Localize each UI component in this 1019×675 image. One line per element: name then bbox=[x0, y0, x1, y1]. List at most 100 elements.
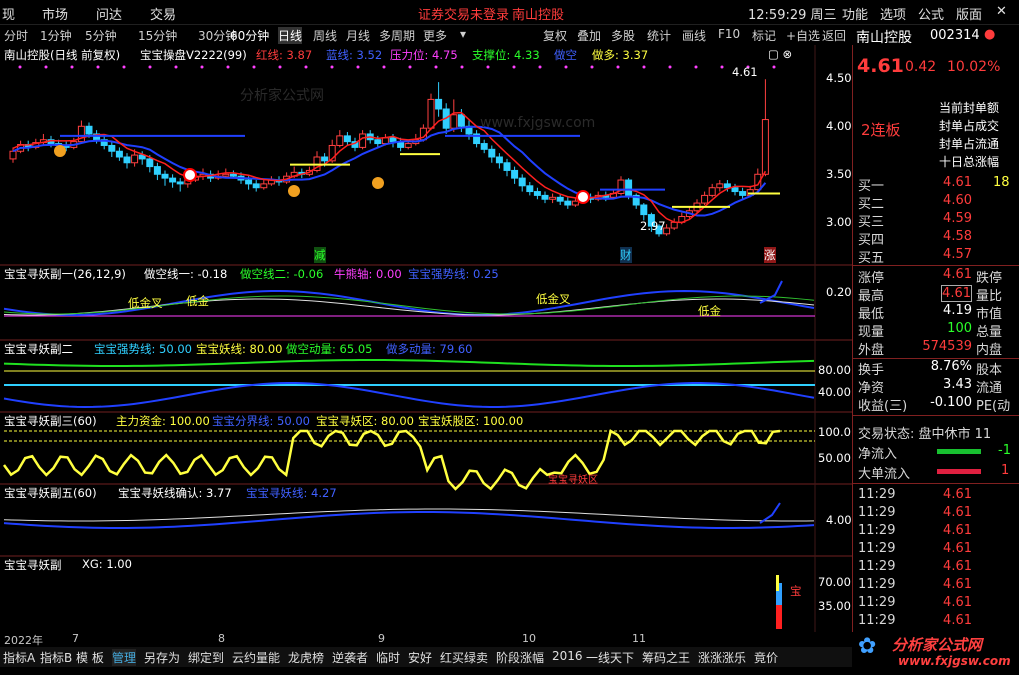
stat-row: 净资 3.43 流通 bbox=[853, 377, 1019, 396]
event-tag[interactable]: 财 bbox=[620, 247, 632, 263]
indicator-tab[interactable]: 红买绿卖 bbox=[440, 649, 488, 666]
candle-body bbox=[176, 181, 184, 185]
indicator-tab[interactable]: 龙虎榜 bbox=[288, 649, 324, 666]
candle-body bbox=[488, 148, 496, 158]
top-dot bbox=[512, 65, 516, 69]
candle-body bbox=[450, 114, 458, 129]
tick-row: 11:29 4.61 bbox=[853, 541, 1019, 559]
sub1-line2: 做空线二: -0.06 bbox=[240, 267, 324, 281]
close-icon[interactable]: ✕ bbox=[996, 4, 1007, 19]
period-tab[interactable]: 月线 bbox=[346, 27, 370, 44]
stat-row: 最低 4.19 市值 bbox=[853, 303, 1019, 322]
tick-price: 4.61 bbox=[943, 523, 972, 538]
period-tab[interactable]: 60分钟 bbox=[230, 27, 269, 44]
menu-item[interactable]: 现 bbox=[2, 4, 15, 23]
indicator-tab-active[interactable]: 管理 bbox=[112, 649, 137, 666]
menu-item[interactable]: 问达 bbox=[96, 4, 122, 23]
sub2-line4: 做多动量: 79.60 bbox=[386, 342, 473, 356]
sub2-line1: 宝宝强势线: 50.00 bbox=[94, 342, 192, 356]
candle-body bbox=[389, 137, 397, 143]
tick-time: 11:29 bbox=[858, 577, 896, 592]
tick-price: 4.61 bbox=[943, 541, 972, 556]
menu-item[interactable]: 公式 bbox=[918, 4, 944, 23]
tool-button[interactable]: 多股 bbox=[611, 27, 635, 44]
tool-button[interactable]: 复权 bbox=[543, 27, 567, 44]
menu-item[interactable]: 市场 bbox=[42, 4, 68, 23]
window-control-icon[interactable]: ▢ ⊗ bbox=[768, 47, 792, 61]
sub4-demon-line bbox=[3, 511, 815, 529]
top-dot bbox=[434, 65, 438, 69]
candle-body bbox=[541, 194, 549, 200]
indicator-tab[interactable]: 筹码之王 bbox=[642, 649, 690, 666]
tool-button[interactable]: 标记 bbox=[752, 27, 776, 44]
tool-button[interactable]: F10 bbox=[718, 27, 740, 41]
tool-button[interactable]: 返回 bbox=[822, 27, 846, 44]
period-tab[interactable]: 分时 bbox=[4, 27, 28, 44]
indicator-tab[interactable]: 绑定到 bbox=[188, 649, 224, 666]
menu-item[interactable]: 版面 bbox=[956, 4, 982, 23]
tool-button[interactable]: 叠加 bbox=[577, 27, 601, 44]
sub1-tag: 低金叉 bbox=[536, 292, 571, 306]
indicator-tab[interactable]: 逆袭者 bbox=[332, 649, 368, 666]
indicator-tab[interactable]: 涨涨涨乐 bbox=[698, 649, 746, 666]
candle-body bbox=[761, 119, 769, 175]
tick-time: 11:29 bbox=[858, 487, 896, 502]
indicator-tab[interactable]: 模 板 bbox=[76, 649, 104, 666]
high-price-marker: 4.61 bbox=[732, 65, 758, 79]
limit-tag: 2连板 bbox=[861, 121, 901, 139]
sub3-tick: 50.00 bbox=[818, 451, 851, 465]
tick-time: 11:29 bbox=[858, 505, 896, 520]
top-dot bbox=[772, 65, 776, 69]
candle-body bbox=[252, 183, 260, 189]
indicator-tab[interactable]: 云约量能 bbox=[232, 649, 280, 666]
menu-item[interactable]: 功能 bbox=[842, 4, 868, 23]
candle-body bbox=[229, 173, 237, 177]
trade-status: 交易状态: 盘中休市 11 bbox=[853, 423, 1019, 442]
trade-status-text: 交易状态: 盘中休市 11 bbox=[858, 427, 992, 442]
indicator-tab[interactable]: 指标A bbox=[3, 649, 35, 666]
indicator-tab[interactable]: 指标B bbox=[40, 649, 72, 666]
indicator-tab[interactable]: 竟价 bbox=[754, 649, 778, 666]
stat-row: 收益(三) -0.100 PE(动 bbox=[853, 395, 1019, 414]
event-tag[interactable]: 涨 bbox=[764, 247, 776, 263]
bid-row: 买三 4.59 bbox=[853, 211, 1019, 230]
bid-label: 买二 bbox=[858, 197, 885, 212]
indicator-tab[interactable]: 2016 bbox=[552, 649, 583, 663]
menu-item[interactable]: 选项 bbox=[880, 4, 906, 23]
candle-body bbox=[549, 196, 557, 200]
event-tag[interactable]: 减 bbox=[314, 247, 326, 263]
indicator-tab[interactable]: 另存为 bbox=[144, 649, 180, 666]
tool-button[interactable]: 统计 bbox=[647, 27, 671, 44]
stat-label: 净资 bbox=[858, 381, 885, 396]
kline-chart[interactable] bbox=[0, 45, 852, 632]
big-in-value: 1 bbox=[1001, 463, 1010, 478]
indicator-tab[interactable]: 安好 bbox=[408, 649, 432, 666]
period-tab-active[interactable]: 日线 bbox=[278, 27, 303, 44]
stat-label2: 股本 bbox=[976, 363, 1003, 378]
chart-area[interactable]: 南山控股(日线 前复权) 宝宝操盘V2222(99) 红线: 3.87 蓝线: … bbox=[0, 45, 853, 632]
indicator-tab[interactable]: 阶段涨幅 bbox=[496, 649, 544, 666]
candle-body bbox=[222, 173, 230, 177]
tool-button[interactable]: +自选 bbox=[786, 27, 820, 44]
do-more-value: 做多: 3.37 bbox=[592, 48, 649, 62]
tool-button[interactable]: 画线 bbox=[682, 27, 706, 44]
price-axis-label: 3.00 bbox=[826, 215, 852, 229]
period-tab[interactable]: 1分钟 bbox=[40, 27, 72, 44]
period-tab[interactable]: 更多 bbox=[423, 27, 447, 44]
period-tab[interactable]: 多周期 bbox=[379, 27, 415, 44]
more-arrow-icon[interactable]: ▾ bbox=[460, 27, 466, 41]
tick-price: 4.61 bbox=[943, 487, 972, 502]
indicator-tab[interactable]: 临时 bbox=[376, 649, 400, 666]
sub1-line3: 牛熊轴: 0.00 bbox=[334, 267, 402, 281]
period-tab[interactable]: 15分钟 bbox=[138, 27, 177, 44]
flow-row: 净流入 -1 bbox=[853, 443, 1019, 462]
period-tab[interactable]: 5分钟 bbox=[85, 27, 117, 44]
period-tab[interactable]: 周线 bbox=[313, 27, 337, 44]
cross-signal-icon bbox=[576, 190, 590, 204]
bid-price: 4.60 bbox=[943, 193, 972, 208]
stat-value: 8.76% bbox=[930, 359, 972, 374]
candle-body bbox=[161, 173, 169, 179]
stat-row: 换手 8.76% 股本 bbox=[853, 359, 1019, 378]
menu-item[interactable]: 交易 bbox=[150, 4, 176, 23]
indicator-tab[interactable]: 一线天下 bbox=[586, 649, 634, 666]
